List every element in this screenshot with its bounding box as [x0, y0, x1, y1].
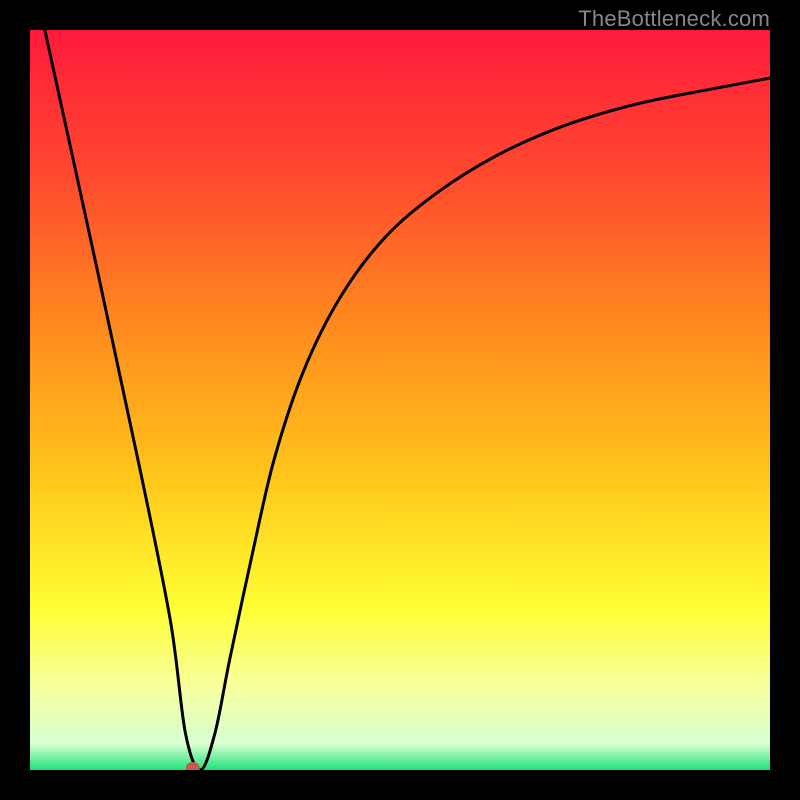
chart-background [30, 30, 770, 770]
chart-svg [30, 30, 770, 770]
chart-frame: TheBottleneck.com [0, 0, 800, 800]
plot-area [30, 30, 770, 770]
watermark-text: TheBottleneck.com [578, 6, 770, 32]
